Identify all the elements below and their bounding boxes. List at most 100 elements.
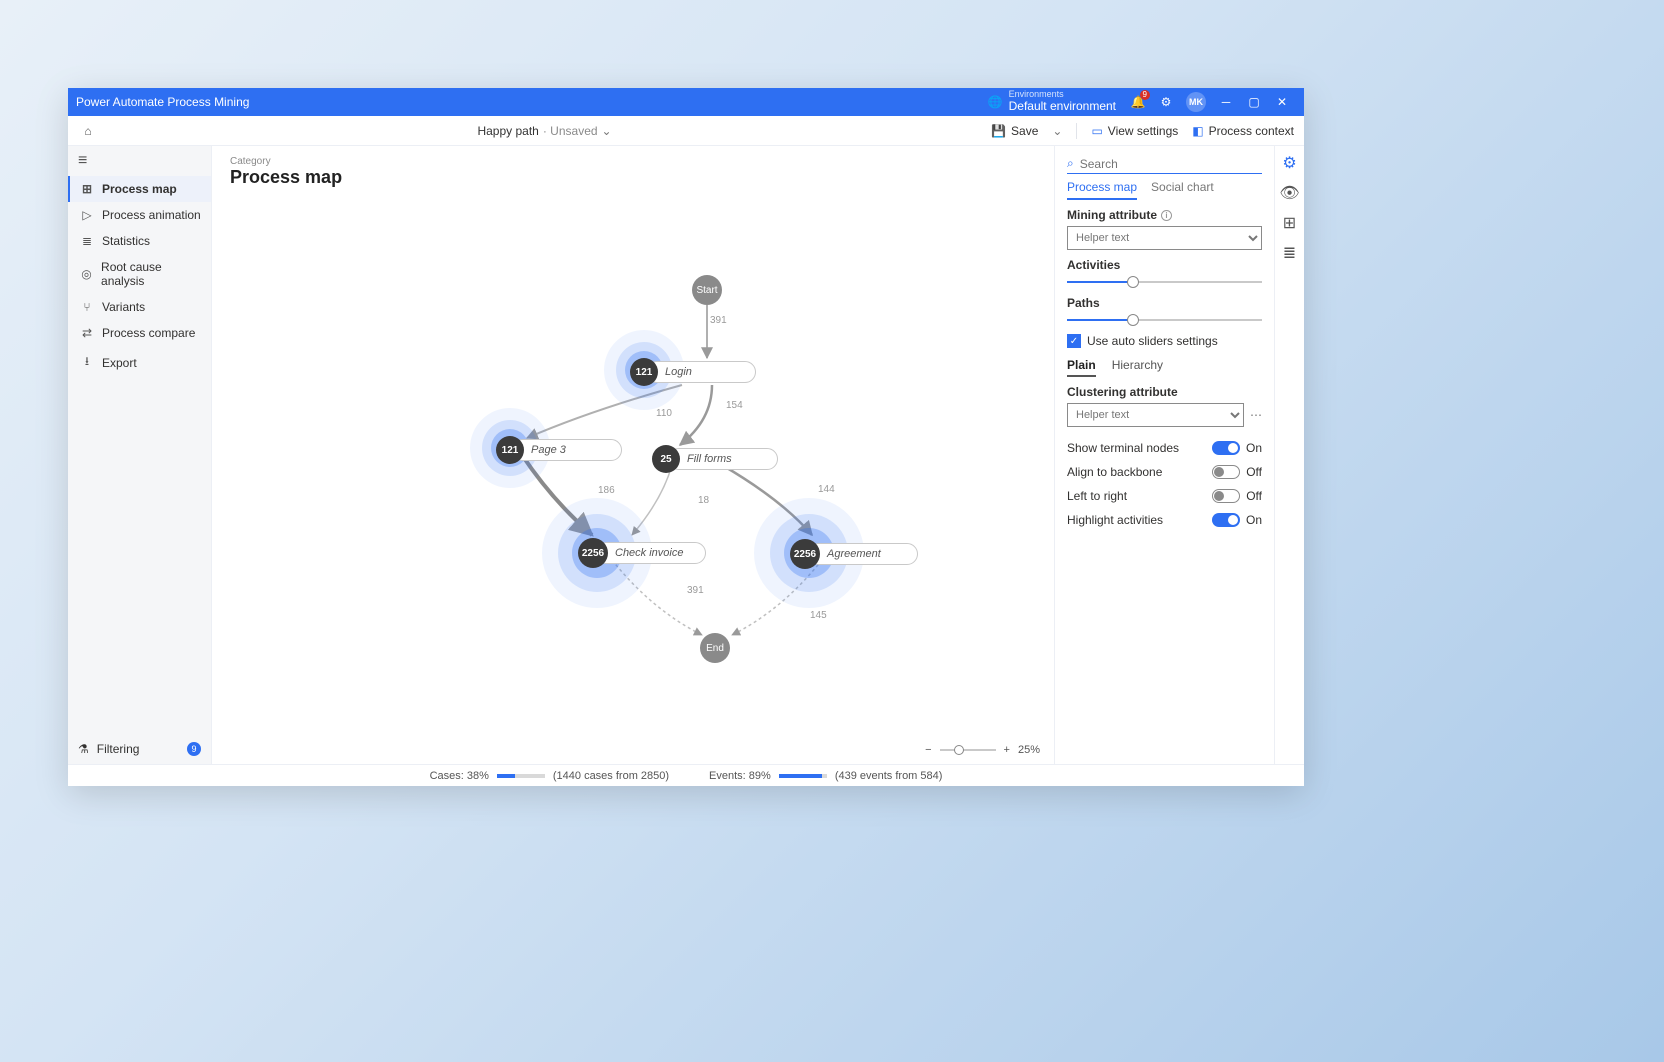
filter-count-badge: 9 xyxy=(187,742,201,756)
gear-icon: ⚙ xyxy=(1161,95,1172,109)
environment-picker[interactable]: 🌐 Environments Default environment xyxy=(988,90,1116,113)
tab-social-chart[interactable]: Social chart xyxy=(1151,180,1214,200)
search-input[interactable] xyxy=(1080,157,1262,171)
cases-stat: Cases: 38% (1440 cases from 2850) xyxy=(430,770,669,782)
minimize-icon: ─ xyxy=(1222,95,1231,109)
play-icon: ▷ xyxy=(80,208,94,222)
sidebar-toggle[interactable]: ≡ xyxy=(68,146,211,176)
notifications-button[interactable]: 🔔 9 xyxy=(1124,88,1152,116)
environment-name: Default environment xyxy=(1009,100,1116,113)
events-stat: Events: 89% (439 events from 584) xyxy=(709,770,942,782)
settings-button[interactable]: ⚙ xyxy=(1152,88,1180,116)
save-button[interactable]: 💾Save xyxy=(991,124,1038,138)
home-button[interactable]: ⌂ xyxy=(78,121,98,141)
minimize-button[interactable]: ─ xyxy=(1212,88,1240,116)
zoom-in-button[interactable]: + xyxy=(1004,744,1010,756)
home-icon: ⌂ xyxy=(84,124,91,138)
user-avatar[interactable]: MK xyxy=(1186,92,1206,112)
chevron-down-icon: ⌄ xyxy=(1052,124,1062,138)
zoom-value: 25% xyxy=(1018,744,1040,756)
activities-slider[interactable] xyxy=(1067,276,1262,288)
body: ≡ ⊞Process map ▷Process animation ≣Stati… xyxy=(68,146,1304,764)
page-category: Category xyxy=(230,156,1036,167)
zoom-control: − + 25% xyxy=(925,744,1040,756)
auto-sliders-checkbox[interactable]: ✓ Use auto sliders settings xyxy=(1067,334,1262,348)
more-icon[interactable]: ⋯ xyxy=(1250,408,1262,422)
sidebar-item-root-cause[interactable]: ◎Root cause analysis xyxy=(68,254,211,294)
subtab-plain[interactable]: Plain xyxy=(1067,358,1096,377)
clustering-attribute-select[interactable]: Helper text xyxy=(1067,403,1244,427)
cases-bar xyxy=(497,774,545,778)
edge-label: 391 xyxy=(687,585,704,596)
sidebar: ≡ ⊞Process map ▷Process animation ≣Stati… xyxy=(68,146,212,764)
node-label: Login xyxy=(646,361,756,383)
edge-label: 110 xyxy=(656,408,672,419)
process-canvas[interactable]: Start 121 Login 121 Page 3 25 Fill forms xyxy=(212,190,1054,764)
node-page3[interactable]: 121 Page 3 xyxy=(496,436,622,464)
filter-icon: ⚗ xyxy=(78,742,89,756)
zoom-out-button[interactable]: − xyxy=(925,744,931,756)
process-context-button[interactable]: ◧Process context xyxy=(1192,124,1294,138)
search-field[interactable]: ⌕ xyxy=(1067,154,1262,174)
document-status: · Unsaved xyxy=(543,124,598,138)
node-count: 121 xyxy=(630,358,658,386)
sidebar-item-variants[interactable]: ⑂Variants xyxy=(68,294,211,320)
start-node[interactable]: Start xyxy=(692,275,722,305)
toggle-left-to-right: Left to right Off xyxy=(1067,489,1262,503)
zoom-slider[interactable] xyxy=(940,749,996,751)
download-icon: ⭳ xyxy=(80,352,94,373)
node-agreement[interactable]: 2256 Agreement xyxy=(790,539,918,569)
subtab-hierarchy[interactable]: Hierarchy xyxy=(1112,358,1163,377)
node-label: Fill forms xyxy=(668,448,778,470)
end-node[interactable]: End xyxy=(700,633,730,663)
node-login[interactable]: 121 Login xyxy=(630,358,756,386)
main: Category Process map xyxy=(212,146,1054,764)
edge-label: 18 xyxy=(698,495,709,506)
edge-label: 144 xyxy=(818,484,835,495)
rail-list-icon[interactable]: ≣ xyxy=(1281,244,1299,262)
clustering-attribute-label: Clustering attribute xyxy=(1067,385,1262,399)
close-icon: ✕ xyxy=(1277,95,1287,109)
globe-icon: 🌐 xyxy=(988,95,1003,109)
switch-align-backbone[interactable] xyxy=(1212,465,1240,479)
filtering-button[interactable]: ⚗ Filtering 9 xyxy=(68,734,211,764)
info-icon[interactable]: i xyxy=(1161,210,1172,221)
paths-slider[interactable] xyxy=(1067,314,1262,326)
status-bar: Cases: 38% (1440 cases from 2850) Events… xyxy=(68,764,1304,786)
sidebar-item-process-map[interactable]: ⊞Process map xyxy=(68,176,211,202)
toggle-show-terminal-nodes: Show terminal nodes On xyxy=(1067,441,1262,455)
view-settings-button[interactable]: ▭View settings xyxy=(1091,124,1178,138)
switch-highlight-activities[interactable] xyxy=(1212,513,1240,527)
sidebar-item-process-animation[interactable]: ▷Process animation xyxy=(68,202,211,228)
switch-terminal-nodes[interactable] xyxy=(1212,441,1240,455)
settings-panel: ⌕ Process map Social chart Mining attrib… xyxy=(1054,146,1274,764)
mining-attribute-label: Mining attributei xyxy=(1067,208,1262,222)
sidebar-item-statistics[interactable]: ≣Statistics xyxy=(68,228,211,254)
maximize-button[interactable]: ▢ xyxy=(1240,88,1268,116)
tab-process-map[interactable]: Process map xyxy=(1067,180,1137,200)
target-icon: ◎ xyxy=(80,267,93,281)
save-icon: 💾 xyxy=(991,124,1006,138)
rail-eye-icon[interactable]: 👁 xyxy=(1281,184,1299,202)
compare-icon: ⇄ xyxy=(80,326,94,340)
sidebar-item-process-compare[interactable]: ⇄Process compare xyxy=(68,320,211,346)
sidebar-item-export[interactable]: ⭳Export xyxy=(68,346,211,379)
node-count: 2256 xyxy=(578,538,608,568)
node-check-invoice[interactable]: 2256 Check invoice xyxy=(578,538,706,568)
app-title: Power Automate Process Mining xyxy=(76,95,249,109)
map-icon: ⊞ xyxy=(80,182,94,196)
close-button[interactable]: ✕ xyxy=(1268,88,1296,116)
rail-settings-icon[interactable]: ⚙ xyxy=(1281,154,1299,172)
toolbar: ⌂ Happy path · Unsaved ⌄ 💾Save ⌄ ▭View s… xyxy=(68,116,1304,146)
page-title: Process map xyxy=(230,167,1036,188)
mining-attribute-select[interactable]: Helper text xyxy=(1067,226,1262,250)
toggle-highlight-activities: Highlight activities On xyxy=(1067,513,1262,527)
document-title-dropdown[interactable]: Happy path · Unsaved ⌄ xyxy=(98,124,991,138)
branch-icon: ⑂ xyxy=(80,300,94,314)
switch-left-to-right[interactable] xyxy=(1212,489,1240,503)
save-menu-button[interactable]: ⌄ xyxy=(1052,124,1062,138)
node-fill-forms[interactable]: 25 Fill forms xyxy=(652,445,778,473)
edge-label: 145 xyxy=(810,610,827,621)
notification-badge: 9 xyxy=(1140,90,1150,100)
rail-nodes-icon[interactable]: ⊞ xyxy=(1281,214,1299,232)
